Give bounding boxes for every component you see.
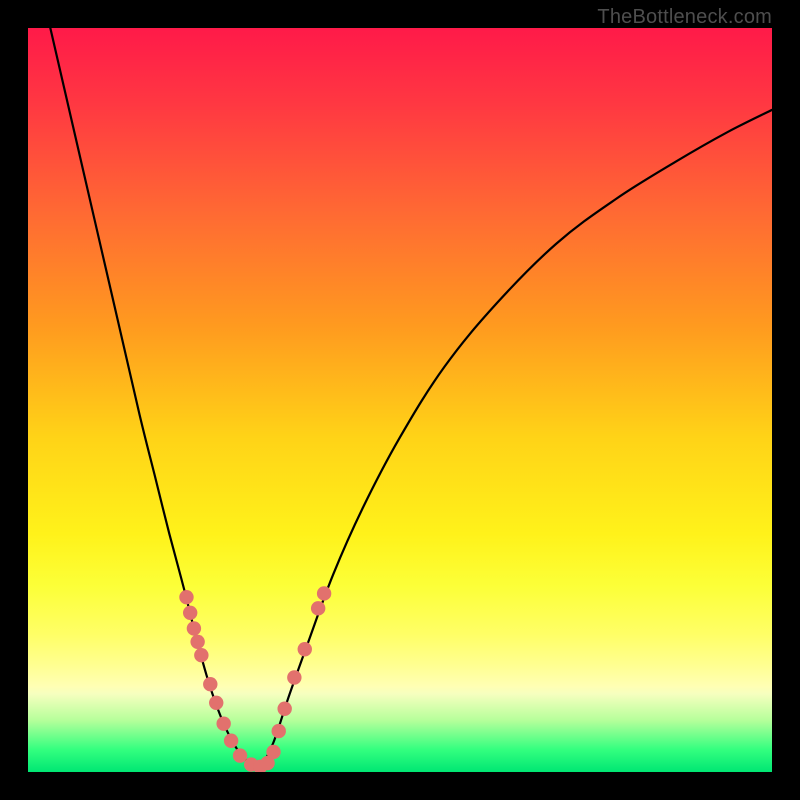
highlight-dot <box>183 606 197 620</box>
highlight-dot <box>187 621 201 635</box>
highlight-dot <box>272 724 286 738</box>
watermark-label: TheBottleneck.com <box>597 6 772 29</box>
highlight-dot <box>277 702 291 716</box>
highlight-dot <box>203 677 217 691</box>
highlight-dot <box>209 696 223 710</box>
highlight-dot <box>266 745 280 759</box>
highlight-dot <box>233 748 247 762</box>
highlight-dot <box>216 716 230 730</box>
highlight-dot <box>179 590 193 604</box>
highlight-dot <box>287 670 301 684</box>
highlight-dot <box>317 586 331 600</box>
chart-canvas <box>28 28 772 772</box>
chart-frame: TheBottleneck.com <box>0 0 800 800</box>
highlight-dot <box>311 601 325 615</box>
highlight-dot <box>190 635 204 649</box>
highlight-dot <box>194 648 208 662</box>
highlight-dot <box>298 642 312 656</box>
gradient-background <box>28 28 772 772</box>
highlight-dot <box>224 734 238 748</box>
